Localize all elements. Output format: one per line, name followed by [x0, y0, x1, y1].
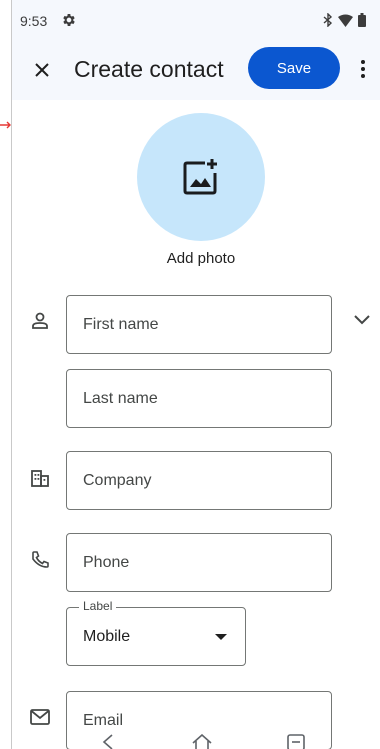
app-bar: Create contact Save [12, 42, 380, 100]
mail-icon [28, 705, 52, 729]
phone-label-value: Mobile [83, 628, 131, 645]
company-field[interactable] [66, 451, 332, 510]
gear-icon [63, 14, 75, 26]
close-icon [35, 63, 49, 77]
arrow-marker-icon [0, 121, 11, 129]
frame-border [11, 0, 12, 749]
page-title: Create contact [74, 56, 224, 82]
person-icon [28, 309, 52, 333]
system-nav-bar [12, 728, 380, 749]
phone-field[interactable] [66, 533, 332, 592]
phone-label-select[interactable]: Label Mobile [66, 599, 246, 666]
chevron-down-icon [354, 315, 370, 325]
dropdown-arrow-icon [215, 634, 227, 640]
nav-home-button[interactable] [190, 734, 214, 749]
home-icon [192, 734, 212, 749]
battery-icon [358, 13, 366, 27]
bluetooth-icon [323, 13, 333, 27]
expand-name-fields-button[interactable] [350, 308, 374, 332]
more-options-button[interactable] [352, 54, 374, 84]
add-photo-label: Add photo [166, 250, 236, 267]
first-name-field[interactable] [66, 295, 332, 354]
wifi-icon [338, 14, 353, 27]
save-button[interactable]: Save [248, 47, 340, 89]
nav-recents-button[interactable] [284, 734, 308, 749]
status-time: 9:53 [20, 13, 48, 29]
phone-label-legend: Label [79, 599, 117, 613]
business-icon [28, 466, 52, 490]
add-photo-icon [183, 159, 217, 195]
phone-icon [28, 548, 52, 572]
status-bar: 9:53 [12, 0, 380, 42]
more-vert-icon [361, 60, 365, 78]
recents-icon [287, 734, 305, 749]
nav-back-button[interactable] [96, 734, 120, 749]
close-button[interactable] [28, 56, 56, 84]
add-photo-button[interactable] [137, 113, 265, 241]
last-name-field[interactable] [66, 369, 332, 428]
back-icon [102, 734, 113, 749]
